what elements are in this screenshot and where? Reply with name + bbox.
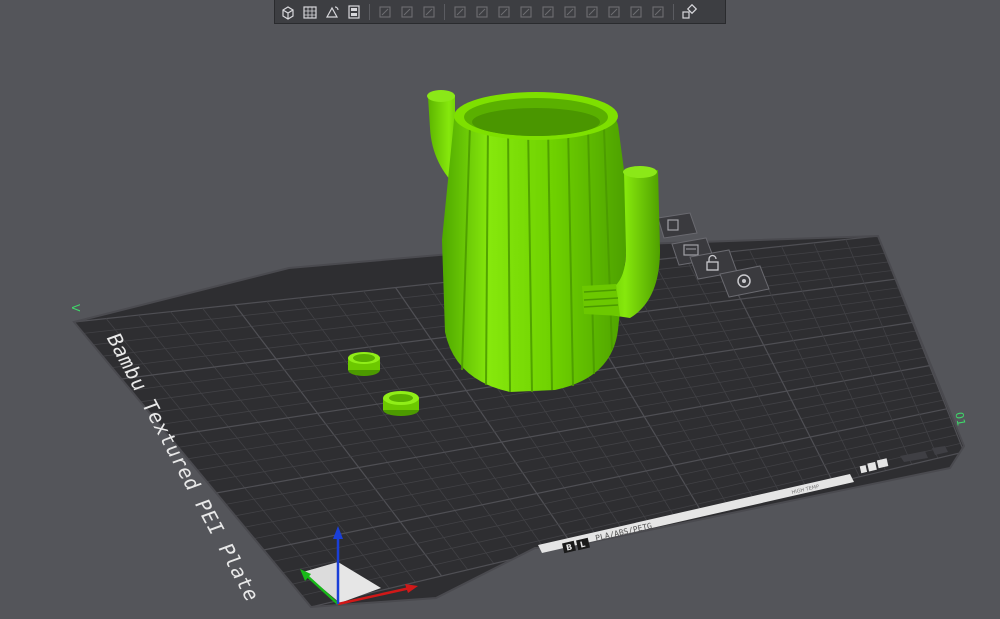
top-toolbar	[274, 0, 726, 24]
text-shape-button[interactable]	[626, 2, 646, 22]
scale-button[interactable]	[494, 2, 514, 22]
cube-plus-icon	[282, 5, 294, 20]
arrange-icon	[348, 4, 360, 19]
small-flower-object-2[interactable]	[383, 391, 419, 416]
cut-icon	[542, 5, 554, 18]
plate-tool-auto-arrange-icon[interactable]	[657, 212, 698, 239]
toolbar-separator	[444, 3, 445, 20]
auto-orient-button[interactable]	[322, 2, 342, 22]
move-icon	[454, 5, 466, 18]
supports-paint-button[interactable]	[582, 2, 602, 22]
3d-viewport[interactable]: B L PLA/ABS/PETG HIGH TEMP Bambu Texture…	[0, 0, 1000, 619]
small-flower-object-1[interactable]	[348, 352, 380, 376]
layers-icon	[423, 5, 435, 18]
split-parts-icon	[401, 5, 413, 18]
cut-button[interactable]	[538, 2, 558, 22]
text-icon	[630, 5, 642, 18]
toolbar-separator	[673, 3, 674, 20]
corner-label-right: 01	[952, 411, 967, 427]
mesh-boolean-button[interactable]	[560, 2, 580, 22]
face-icon	[520, 5, 532, 18]
rotate-icon	[476, 5, 488, 18]
seam-paint-button[interactable]	[604, 2, 624, 22]
measure-icon	[652, 5, 664, 18]
assembly-view-button[interactable]	[679, 2, 699, 22]
measure-button[interactable]	[648, 2, 668, 22]
split-icon	[379, 5, 391, 18]
toolbar-separator	[369, 3, 370, 20]
grid-plus-icon	[303, 5, 317, 19]
corner-label-left: V	[69, 304, 82, 312]
move-button[interactable]	[450, 2, 470, 22]
add-object-button[interactable]	[278, 2, 298, 22]
boolean-icon	[564, 5, 576, 18]
assembly-icon	[682, 3, 697, 19]
seam-icon	[608, 5, 620, 18]
add-plate-button[interactable]	[300, 2, 320, 22]
layers-button[interactable]	[419, 2, 439, 22]
rotate-button[interactable]	[472, 2, 492, 22]
split-objects-button[interactable]	[375, 2, 395, 22]
split-parts-button[interactable]	[397, 2, 417, 22]
arrange-button[interactable]	[344, 2, 364, 22]
scale-icon	[498, 5, 510, 18]
support-paint-icon	[586, 5, 598, 18]
lay-on-face-button[interactable]	[516, 2, 536, 22]
orient-icon	[325, 5, 339, 18]
